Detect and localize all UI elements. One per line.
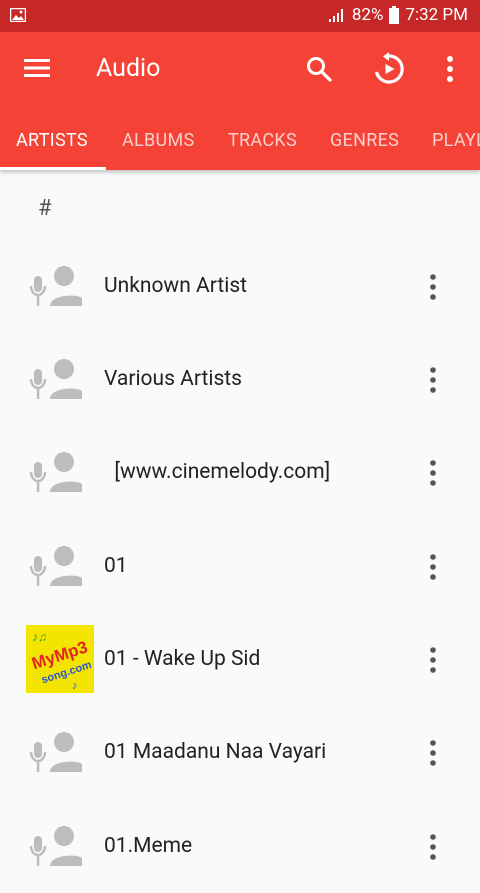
list-item[interactable]: Various Artists (0, 333, 480, 426)
artist-placeholder-icon (29, 359, 82, 399)
menu-icon[interactable] (24, 58, 50, 78)
more-options-icon[interactable] (446, 56, 454, 82)
list-item[interactable]: MyMp3 song.com ♪♫ ♪ 01 - Wake Up Sid (0, 613, 480, 706)
artist-placeholder-icon (29, 266, 82, 306)
battery-percent: 82% (351, 5, 384, 25)
artist-placeholder-icon (29, 826, 82, 866)
list-item[interactable]: [www.cinemelody.com] (0, 426, 480, 519)
section-header: # (38, 196, 52, 221)
list-item[interactable]: 01.Meme (0, 800, 480, 893)
tab-artists[interactable]: ARTISTS (16, 130, 88, 151)
row-more-icon[interactable] (427, 460, 439, 486)
list-item[interactable]: 01 Maadanu Naa Vayari (0, 706, 480, 799)
clock: 7:32 PM (405, 5, 468, 25)
image-notification-icon (10, 8, 26, 22)
replay-icon[interactable] (372, 52, 406, 86)
app-bar: Audio (0, 32, 480, 108)
tab-tracks[interactable]: TRACKS (228, 130, 297, 151)
artist-name: Various Artists (104, 367, 242, 391)
row-more-icon[interactable] (427, 274, 439, 300)
tab-playlists[interactable]: PLAYLISTS (432, 130, 480, 151)
artist-placeholder-icon (29, 732, 82, 772)
search-icon[interactable] (306, 56, 332, 82)
row-more-icon[interactable] (427, 834, 439, 860)
artist-name: 01 Maadanu Naa Vayari (104, 740, 327, 764)
tab-genres[interactable]: GENRES (330, 130, 399, 151)
row-more-icon[interactable] (427, 554, 439, 580)
artist-name: Unknown Artist (104, 274, 248, 298)
artist-placeholder-icon (29, 452, 82, 492)
row-more-icon[interactable] (427, 740, 439, 766)
artist-name: 01 - Wake Up Sid (104, 647, 261, 671)
page-title: Audio (96, 54, 161, 83)
signal-icon (328, 9, 343, 22)
tab-bar: ARTISTS ALBUMS TRACKS GENRES PLAYLISTS (0, 108, 480, 170)
list-item[interactable]: Unknown Artist (0, 240, 480, 333)
album-art-thumbnail: MyMp3 song.com ♪♫ ♪ (26, 625, 94, 693)
status-bar: 82% 7:32 PM (0, 0, 480, 32)
tab-indicator (0, 167, 106, 170)
artist-placeholder-icon (29, 546, 82, 586)
artist-name: 01 (104, 554, 128, 578)
list-item[interactable]: 01 (0, 520, 480, 613)
row-more-icon[interactable] (427, 367, 439, 393)
artist-name: 01.Meme (104, 834, 193, 858)
row-more-icon[interactable] (427, 647, 439, 673)
svg-text:♪: ♪ (72, 679, 78, 692)
artist-name: [www.cinemelody.com] (104, 460, 331, 484)
battery-icon (389, 6, 400, 24)
svg-text:♪♫: ♪♫ (32, 630, 47, 644)
tab-albums[interactable]: ALBUMS (122, 130, 195, 151)
